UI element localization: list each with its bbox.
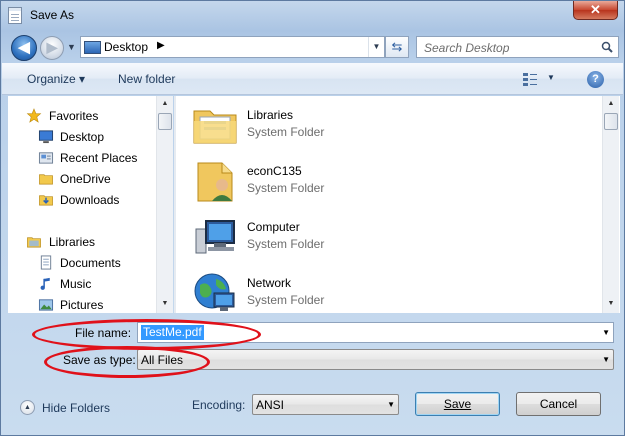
command-bar: Organize ▾ New folder ▼ ? [2, 63, 623, 95]
search-icon[interactable] [601, 41, 613, 53]
nav-item-libraries[interactable]: Libraries [8, 232, 156, 252]
network-icon [194, 273, 235, 311]
file-name: Computer [247, 220, 300, 234]
scroll-thumb[interactable] [604, 113, 618, 130]
cancel-button[interactable]: Cancel [516, 392, 601, 416]
nav-item-label: Documents [60, 256, 121, 270]
navigation-pane: Favorites Desktop Recent Places OneDrive… [8, 96, 156, 313]
nav-item-label: Music [60, 277, 92, 291]
save-button-label: Save [443, 397, 472, 411]
breadcrumb-desktop[interactable]: Desktop [104, 40, 148, 54]
view-options-dropdown[interactable]: ▼ [547, 73, 555, 82]
star-icon [26, 108, 42, 123]
file-item-computer[interactable]: Computer System Folder [176, 208, 596, 264]
documents-icon [40, 255, 52, 270]
search-input[interactable]: Search Desktop [416, 36, 619, 58]
nav-item-label: Favorites [49, 109, 99, 123]
file-type: System Folder [247, 237, 325, 251]
file-item-libraries[interactable]: Libraries System Folder [176, 96, 596, 152]
change-view-icon[interactable] [522, 71, 538, 87]
nav-item-label: Downloads [60, 193, 120, 207]
nav-item-documents[interactable]: Documents [8, 253, 156, 273]
nav-item-music[interactable]: Music [8, 274, 156, 294]
file-item-econc135[interactable]: econC135 System Folder [176, 152, 596, 208]
file-name: econC135 [247, 164, 302, 178]
music-icon [40, 277, 50, 290]
file-type: System Folder [247, 293, 325, 307]
notepad-icon [8, 7, 22, 24]
chevron-down-icon[interactable]: ▼ [387, 400, 395, 409]
desktop-icon [38, 130, 54, 144]
title-bar: Save As ✕ [1, 1, 624, 31]
file-name: Network [247, 276, 292, 290]
nav-item-label: Recent Places [60, 151, 138, 165]
nav-item-recent-places[interactable]: Recent Places [8, 148, 156, 168]
encoding-value: ANSI [256, 398, 285, 412]
close-button[interactable]: ✕ [573, 1, 618, 20]
navigation-bar: ◀ ▶ ▼ Desktop ▶ ▼ ⇆ Search Desktop [8, 32, 619, 62]
scroll-thumb[interactable] [158, 113, 172, 130]
encoding-select[interactable]: ANSI ▼ [252, 394, 399, 415]
recent-places-icon [38, 152, 54, 164]
nav-item-pictures[interactable]: Pictures [8, 295, 156, 313]
scroll-down-button[interactable]: ▼ [157, 296, 173, 312]
libraries-icon [27, 237, 41, 248]
help-icon[interactable]: ? [587, 71, 604, 88]
nav-item-label: Libraries [49, 235, 96, 249]
folder-icon [39, 174, 53, 185]
search-placeholder: Search Desktop [424, 41, 510, 55]
file-type: System Folder [247, 181, 325, 195]
nav-item-favorites[interactable]: Favorites [8, 106, 156, 126]
chevron-up-icon: ▲ [20, 400, 35, 415]
scroll-up-button[interactable]: ▲ [157, 96, 173, 112]
computer-icon [195, 220, 235, 254]
file-list: Libraries System Folder econC135 System … [176, 96, 620, 313]
nav-item-label: Pictures [60, 298, 104, 312]
scroll-down-button[interactable]: ▼ [603, 296, 619, 312]
breadcrumb-chevron[interactable]: ▶ [157, 40, 165, 51]
nav-item-label: Desktop [60, 130, 105, 144]
hide-folders-label: Hide Folders [42, 401, 111, 415]
organize-button[interactable]: Organize ▾ [27, 72, 85, 86]
address-bar[interactable]: Desktop ▶ ▼ [80, 36, 385, 58]
recent-locations-dropdown[interactable]: ▼ [67, 42, 76, 52]
window-title: Save As [30, 8, 75, 22]
pictures-icon [38, 299, 54, 311]
libraries-folder-icon [193, 110, 237, 144]
forward-button[interactable]: ▶ [40, 36, 64, 60]
nav-item-label: OneDrive [60, 172, 111, 186]
refresh-button[interactable]: ⇆ [385, 36, 409, 58]
hide-folders-button[interactable]: ▲ Hide Folders [20, 399, 140, 419]
nav-pane-scrollbar[interactable]: ▲ ▼ [156, 96, 173, 313]
downloads-icon [39, 195, 53, 206]
file-name: Libraries [247, 108, 294, 122]
save-button[interactable]: Save [415, 392, 500, 416]
red-annotation-ellipse-file-name [32, 319, 261, 350]
scroll-up-button[interactable]: ▲ [603, 96, 619, 112]
address-dropdown-button[interactable]: ▼ [368, 37, 384, 57]
file-list-scrollbar[interactable]: ▲ ▼ [602, 96, 619, 313]
new-folder-button[interactable]: New folder [118, 72, 175, 86]
file-type: System Folder [247, 125, 325, 139]
save-as-dialog: Save As ✕ ◀ ▶ ▼ Desktop ▶ ▼ ⇆ Search Des… [0, 0, 625, 436]
user-folder-icon [197, 162, 233, 202]
chevron-down-icon[interactable]: ▼ [602, 328, 610, 337]
encoding-label: Encoding: [192, 398, 246, 412]
desktop-icon [84, 41, 101, 54]
chevron-down-icon[interactable]: ▼ [602, 355, 610, 364]
nav-item-onedrive[interactable]: OneDrive [8, 169, 156, 189]
red-annotation-ellipse-save-type [44, 346, 210, 378]
nav-item-desktop[interactable]: Desktop [8, 127, 156, 147]
back-button[interactable]: ◀ [11, 35, 37, 61]
file-item-network[interactable]: Network System Folder [176, 264, 596, 313]
nav-item-downloads[interactable]: Downloads [8, 190, 156, 210]
